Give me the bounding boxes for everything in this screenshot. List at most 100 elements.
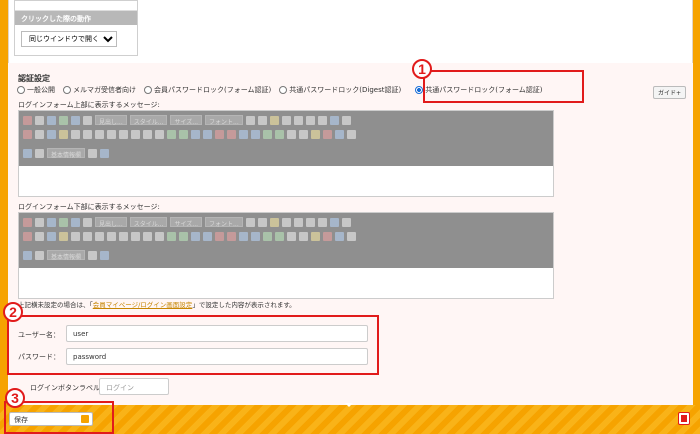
box-icon[interactable] — [287, 130, 296, 139]
radio-dot[interactable] — [63, 86, 71, 94]
login-button-input[interactable]: ログイン — [99, 378, 169, 395]
table-icon[interactable] — [59, 115, 68, 125]
help-icon[interactable] — [100, 148, 110, 158]
box-icon[interactable] — [215, 130, 224, 139]
document-icon[interactable] — [59, 130, 68, 139]
box-icon[interactable] — [263, 232, 272, 241]
italic-icon[interactable] — [95, 232, 104, 241]
monitor-icon[interactable] — [23, 250, 32, 260]
align-left-icon[interactable] — [119, 232, 128, 241]
scissors-icon[interactable] — [35, 130, 44, 139]
location-icon[interactable] — [311, 232, 320, 241]
box-icon[interactable] — [251, 232, 260, 241]
help-icon[interactable] — [100, 250, 110, 260]
align-center-icon[interactable] — [131, 232, 140, 241]
find-icon[interactable] — [269, 217, 279, 227]
link-icon[interactable] — [47, 217, 56, 227]
monitor-icon[interactable] — [23, 148, 32, 158]
box-icon[interactable] — [275, 130, 284, 139]
redo-icon[interactable] — [347, 130, 356, 139]
box-icon[interactable] — [191, 232, 200, 241]
box-icon[interactable] — [215, 232, 224, 241]
document-icon[interactable] — [59, 232, 68, 241]
table-icon[interactable] — [59, 217, 68, 227]
superscript-icon[interactable] — [107, 232, 116, 241]
info-dropdown[interactable]: 基本情報欄 — [47, 148, 86, 159]
video-icon[interactable] — [323, 130, 332, 139]
location-icon[interactable] — [311, 130, 320, 139]
media-icon[interactable] — [329, 217, 339, 227]
list-icon[interactable] — [281, 115, 291, 125]
numbered-list-icon[interactable] — [293, 115, 303, 125]
bold-icon[interactable] — [35, 115, 44, 125]
copy-icon[interactable] — [245, 115, 255, 125]
undo-icon[interactable] — [335, 232, 344, 241]
image-icon[interactable] — [71, 115, 80, 125]
box-icon[interactable] — [299, 232, 308, 241]
list-icon[interactable] — [281, 217, 291, 227]
box-icon[interactable] — [227, 232, 236, 241]
justify-icon[interactable] — [155, 232, 164, 241]
style-dropdown[interactable]: スタイル... — [129, 217, 168, 228]
text-color-icon[interactable] — [83, 217, 92, 227]
quote-icon[interactable] — [317, 217, 327, 227]
box-icon[interactable] — [203, 130, 212, 139]
radio-common-digest[interactable]: 共通パスワードロック(Digest認証) — [279, 85, 401, 95]
font-dropdown[interactable]: フォント... — [205, 217, 243, 228]
find-icon[interactable] — [269, 115, 279, 125]
trash-icon[interactable] — [678, 412, 690, 425]
text-color-icon[interactable] — [83, 115, 92, 125]
superscript-icon[interactable] — [107, 130, 116, 139]
indent-icon[interactable] — [305, 217, 315, 227]
guide-button[interactable]: ガイド+ — [653, 86, 687, 99]
box-icon[interactable] — [191, 130, 200, 139]
align-icon[interactable] — [341, 115, 351, 125]
indent-icon[interactable] — [305, 115, 315, 125]
radio-newsletter[interactable]: メルマガ受信者向け — [63, 85, 136, 95]
align-right-icon[interactable] — [143, 130, 152, 139]
top-message-textarea[interactable] — [19, 166, 553, 196]
radio-dot[interactable] — [279, 86, 288, 94]
hr-icon[interactable] — [83, 232, 92, 241]
font-dropdown[interactable]: フォント... — [205, 115, 243, 126]
size-dropdown[interactable]: サイズ... — [170, 115, 203, 126]
justify-icon[interactable] — [155, 130, 164, 139]
radio-dot[interactable] — [144, 86, 152, 94]
quote-icon[interactable] — [317, 115, 327, 125]
mypage-settings-link[interactable]: 会員マイページ/ログイン画面設定 — [93, 301, 193, 309]
anchor-icon[interactable] — [47, 130, 56, 139]
box-icon[interactable] — [179, 232, 188, 241]
box-icon[interactable] — [263, 130, 272, 139]
italic-icon[interactable] — [95, 130, 104, 139]
paste-icon[interactable] — [257, 217, 267, 227]
redo-icon[interactable] — [347, 232, 356, 241]
format-icon[interactable] — [23, 217, 32, 227]
scissors-icon[interactable] — [35, 232, 44, 241]
radio-public[interactable]: 一般公開 — [17, 85, 55, 95]
undo-icon[interactable] — [335, 130, 344, 139]
box-icon[interactable] — [251, 130, 260, 139]
align-left-icon[interactable] — [119, 130, 128, 139]
size-dropdown[interactable]: サイズ... — [170, 217, 203, 228]
radio-member-lock[interactable]: 会員パスワードロック(フォーム認証) — [144, 85, 271, 95]
paste-icon[interactable] — [257, 115, 267, 125]
box-icon[interactable] — [227, 130, 236, 139]
bold-icon[interactable] — [35, 217, 44, 227]
heading-dropdown[interactable]: 見出し... — [95, 217, 127, 228]
align-center-icon[interactable] — [131, 130, 140, 139]
radio-dot[interactable] — [17, 86, 25, 94]
media-icon[interactable] — [329, 115, 339, 125]
clipboard-icon[interactable] — [71, 232, 80, 241]
page-icon[interactable] — [35, 148, 44, 158]
align-right-icon[interactable] — [143, 232, 152, 241]
clipboard-icon[interactable] — [71, 130, 80, 139]
copy-icon[interactable] — [245, 217, 255, 227]
box-icon[interactable] — [239, 130, 248, 139]
align-icon[interactable] — [341, 217, 351, 227]
box-icon[interactable] — [179, 130, 188, 139]
page-icon[interactable] — [35, 250, 44, 260]
box-icon[interactable] — [239, 232, 248, 241]
format-icon[interactable] — [23, 115, 32, 125]
box-icon[interactable] — [203, 232, 212, 241]
style-dropdown[interactable]: スタイル... — [129, 115, 168, 126]
